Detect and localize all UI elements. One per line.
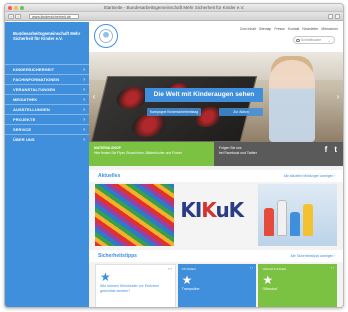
tip-card-drowning[interactable]: ‹ › ★ Wie können Kleinkinder vor Ertrink… [95, 264, 176, 307]
tips-cards: ‹ › ★ Wie können Kleinkinder vor Ertrink… [95, 264, 338, 307]
service-links: Zum Inhalt Sitemap Presse Kontakt Newsle… [240, 27, 338, 31]
tip-carousel-controls[interactable]: ‹ › [250, 266, 253, 270]
menu-label: ÜBER UNS [13, 137, 35, 142]
social-teaser: Folgen Sie uns bei Facebook und Twitter … [214, 142, 343, 166]
kikuk-part: KI [180, 198, 202, 222]
kikuk-logo: KIKuK [180, 198, 244, 222]
hero-child-image [269, 60, 315, 142]
menu-item-veranstaltungen[interactable]: VERANSTALTUNGEN › [5, 84, 89, 94]
kikuk-part: K [201, 198, 216, 222]
menu-item-projekte[interactable]: PROJEKTE › [5, 114, 89, 124]
main-content: Zum Inhalt Sitemap Presse Kontakt Newsle… [89, 22, 343, 307]
news-card-bracelets[interactable] [95, 184, 175, 246]
menu-item-ueber-uns[interactable]: ÜBER UNS › [5, 134, 89, 144]
bottle-image [263, 208, 274, 236]
site-brand[interactable]: Bundesarbeitsgemeinschaft Mehr Sicherhei… [13, 31, 85, 41]
stove-burner [129, 113, 170, 137]
sidebar: Bundesarbeitsgemeinschaft Mehr Sicherhei… [5, 22, 89, 307]
tip-text: Trampoline [181, 287, 200, 291]
social-links: f t [325, 146, 337, 153]
search-placeholder: Schnellsuche [301, 38, 322, 42]
star-icon: ★ [262, 273, 274, 287]
materialshop-text: Hier finden Sie Flyer, Broschüren, Bilde… [94, 150, 183, 155]
site-logo-icon[interactable] [94, 24, 118, 48]
tip-card-poison-hotline[interactable]: Vergiftungen ‹ › ★ Giftnotruf [258, 264, 338, 307]
link-mitmachen[interactable]: Mitmachen [321, 27, 338, 31]
menu-label: VERANSTALTUNGEN [13, 87, 56, 92]
star-icon: ★ [100, 270, 111, 284]
browser-toolbar: ‹ › www.kindersicherheit.de [5, 12, 343, 21]
window-title: Startseite - Bundesarbeitsgemeinschaft M… [103, 5, 245, 10]
bottle-image [302, 204, 313, 236]
logo-mark [99, 29, 113, 43]
share-icon[interactable] [328, 14, 333, 19]
toolbar-right [328, 14, 340, 19]
back-button[interactable]: ‹ [8, 14, 14, 19]
menu-item-mediathek[interactable]: MEDIATHEK › [5, 94, 89, 104]
web-page: Bundesarbeitsgemeinschaft Mehr Sicherhei… [5, 22, 343, 307]
hero-campaign-button[interactable]: Kampagne Kindersicherheitstag [147, 108, 201, 116]
tip-card-trampoline[interactable]: Stürzen ‹ › ★ Trampoline [177, 264, 257, 307]
hero-title: Die Welt mit Kinderaugen sehen [145, 88, 263, 102]
tip-carousel-controls[interactable]: ‹ › [331, 266, 334, 270]
browser-window: Startseite - Bundesarbeitsgemeinschaft M… [4, 3, 344, 308]
address-bar[interactable]: www.kindersicherheit.de [29, 13, 79, 19]
nav-buttons: ‹ › [8, 14, 21, 19]
bottle-image [276, 200, 287, 236]
link-sitemap[interactable]: Sitemap [259, 27, 271, 31]
news-card-kikuk[interactable]: KIKuK [176, 184, 256, 246]
tip-carousel-controls[interactable]: ‹ › [168, 267, 171, 271]
link-presse[interactable]: Presse [274, 27, 285, 31]
search-input[interactable]: Schnellsuche ⌄ [293, 36, 335, 44]
bottle-image [289, 212, 300, 236]
chevron-down-icon: ⌄ [327, 38, 331, 43]
tip-category: Vergiftungen [262, 267, 287, 271]
menu-label: KINDERSICHERHEIT [13, 67, 55, 72]
menu-label: AUSSTELLUNGEN [13, 107, 50, 112]
menu-item-kindersicherheit[interactable]: KINDERSICHERHEIT › [5, 64, 89, 74]
tips-more-link[interactable]: Alle Sicherheitstipps anzeigen › [291, 250, 335, 262]
info-row: MATERIALSHOP Hier finden Sie Flyer, Bros… [89, 142, 343, 166]
news-section-header: Aktuelles Alle aktuellen Meldungen anzei… [89, 170, 343, 182]
menu-item-fachinformationen[interactable]: FACHINFORMATIONEN › [5, 74, 89, 84]
search-icon [296, 38, 300, 42]
hero-banner: Die Welt mit Kinderaugen sehen Kampagne … [89, 52, 343, 142]
tip-text: Giftnotruf [262, 287, 278, 291]
hero-next-arrow-icon[interactable]: › [335, 92, 341, 104]
link-newsletter[interactable]: Newsletter [302, 27, 318, 31]
tip-category: Stürzen [181, 267, 196, 271]
menu-label: MEDIATHEK [13, 97, 38, 102]
star-icon: ★ [181, 273, 193, 287]
tips-section-header: Sicherheitstipps Alle Sicherheitstipps a… [89, 250, 343, 262]
materialshop-teaser[interactable]: MATERIALSHOP Hier finden Sie Flyer, Bros… [89, 142, 214, 166]
link-kontakt[interactable]: Kontakt [288, 27, 300, 31]
menu-label: SERVICE [13, 127, 32, 132]
hero-action-button[interactable]: Zur Aktion [219, 108, 263, 116]
menu-label: PROJEKTE [13, 117, 36, 122]
menu-item-ausstellungen[interactable]: AUSSTELLUNGEN › [5, 104, 89, 114]
news-card-cleaning-products[interactable] [257, 184, 337, 246]
facebook-icon[interactable]: f [325, 146, 328, 153]
kikuk-part: uK [215, 198, 244, 222]
link-zum-inhalt[interactable]: Zum Inhalt [240, 27, 256, 31]
main-menu: KINDERSICHERHEIT › FACHINFORMATIONEN › VER… [5, 64, 89, 144]
chevron-right-icon: › [83, 137, 85, 143]
tabs-icon[interactable] [335, 14, 340, 19]
site-header: Zum Inhalt Sitemap Presse Kontakt Newsle… [89, 22, 343, 52]
news-heading: Aktuelles [98, 173, 121, 179]
forward-button[interactable]: › [15, 14, 21, 19]
tips-heading: Sicherheitstipps [98, 253, 137, 259]
news-more-link[interactable]: Alle aktuellen Meldungen anzeigen › [284, 170, 335, 182]
social-text: bei Facebook und Twitter [219, 150, 257, 155]
tip-text: Wie können Kleinkinder vor Ertrinken ges… [100, 284, 160, 293]
hero-prev-arrow-icon[interactable]: ‹ [91, 92, 97, 104]
menu-label: FACHINFORMATIONEN [13, 77, 60, 82]
menu-item-service[interactable]: SERVICE › [5, 124, 89, 134]
news-cards: KIKuK [95, 184, 337, 246]
twitter-icon[interactable]: t [334, 146, 337, 153]
title-bar: Startseite - Bundesarbeitsgemeinschaft M… [5, 4, 343, 12]
